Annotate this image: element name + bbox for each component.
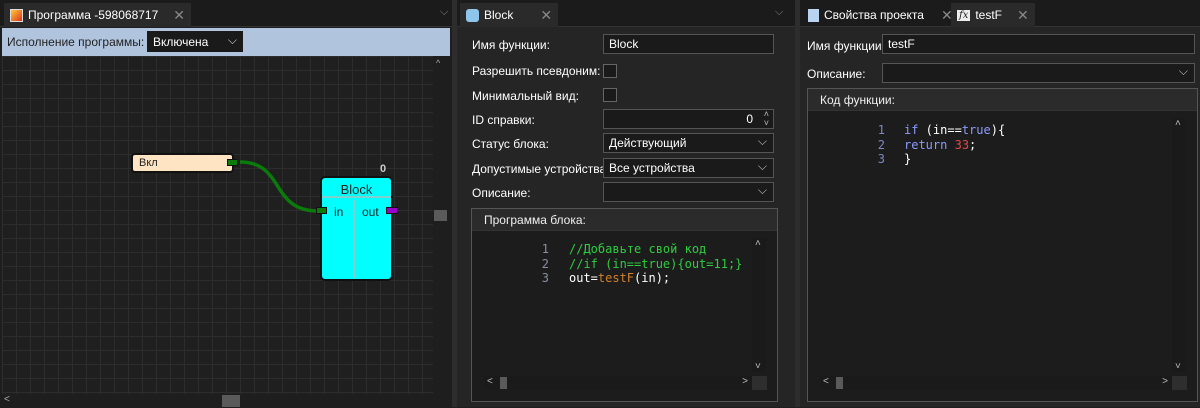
scroll-thumb[interactable] xyxy=(222,395,240,407)
function-icon: fx xyxy=(957,9,971,21)
program-group: Программа блока: xyxy=(471,208,778,402)
code-token: return xyxy=(904,137,948,152)
tab-testf[interactable]: fx testF ✕ xyxy=(951,3,1035,27)
scroll-thumb[interactable] xyxy=(836,377,843,389)
code-token: ; xyxy=(969,137,977,152)
port-in-label: in xyxy=(334,205,344,219)
input-node-label: Вкл xyxy=(139,157,158,169)
description-select[interactable] xyxy=(603,182,774,202)
cube-icon xyxy=(466,8,479,22)
scroll-corner xyxy=(752,376,767,390)
block-divider xyxy=(353,200,355,278)
name-field[interactable]: Block xyxy=(603,34,774,54)
code-token: (in== xyxy=(918,123,962,137)
middle-tabbar: Block ✕ ⌵ xyxy=(457,0,795,27)
code-vertical-scrollbar[interactable]: ˄ ˅ xyxy=(752,238,766,372)
status-select[interactable]: Действующий xyxy=(603,133,774,153)
line-numbers: 123 xyxy=(877,123,885,166)
code-token: } xyxy=(904,152,912,166)
devices-select[interactable]: Все устройства xyxy=(603,158,774,178)
block-code-editor[interactable]: //Добавьте свой код//if (in==true){out=1… xyxy=(569,242,742,286)
port-out-label: out xyxy=(362,205,379,219)
devices-value: Все устройства xyxy=(609,161,695,175)
code-token: testF xyxy=(597,271,635,285)
status-label: Статус блока: xyxy=(472,137,549,151)
output-port-out[interactable] xyxy=(386,207,398,214)
chevron-down-icon[interactable]: ⌵ xyxy=(775,6,783,19)
status-value: Действующий xyxy=(609,136,687,150)
function-code-editor[interactable]: if (in==true){ return 33;} xyxy=(904,123,1005,167)
horizontal-scrollbar[interactable]: < xyxy=(0,394,450,408)
alias-checkbox[interactable] xyxy=(603,64,617,78)
code-horizontal-scrollbar[interactable]: < > xyxy=(484,376,752,390)
name-value: testF xyxy=(888,37,915,51)
close-icon[interactable]: ✕ xyxy=(540,7,552,24)
description-label: Описание: xyxy=(472,186,531,200)
name-label: Имя функции: xyxy=(807,39,885,53)
code-horizontal-scrollbar[interactable]: < > xyxy=(820,376,1172,390)
tab-label: Свойства проекта xyxy=(824,8,924,22)
name-value: Block xyxy=(609,37,639,51)
output-port[interactable] xyxy=(227,159,238,166)
scroll-thumb[interactable] xyxy=(500,377,507,389)
code-token: (in); xyxy=(634,271,671,285)
help-id-spinner[interactable]: 0 ˄ ˅ xyxy=(603,109,774,129)
function-name-field[interactable]: testF xyxy=(882,34,1195,54)
function-description-select[interactable] xyxy=(882,63,1195,83)
spinner-arrows-icon[interactable]: ˄ ˅ xyxy=(764,110,769,128)
close-icon[interactable]: ✕ xyxy=(1017,7,1029,24)
code-vertical-scrollbar[interactable]: ˄ ˅ xyxy=(1172,118,1186,372)
description-label: Описание: xyxy=(807,67,866,81)
name-label: Имя функции: xyxy=(472,38,550,52)
code-header: Код функции: xyxy=(808,89,1197,111)
right-tabbar: Свойства проекта ✕ fx testF ✕ xyxy=(800,0,1200,27)
code-token: if xyxy=(904,123,919,137)
input-port-in[interactable] xyxy=(316,207,327,214)
program-header: Программа блока: xyxy=(472,209,777,231)
code-token: ){ xyxy=(990,123,1006,137)
input-node[interactable]: Вкл xyxy=(131,153,234,173)
scroll-thumb[interactable] xyxy=(434,210,447,221)
scroll-corner xyxy=(1172,376,1187,390)
minimal-checkbox[interactable] xyxy=(603,88,617,102)
minimal-label: Минимальный вид: xyxy=(472,89,579,103)
alias-label: Разрешить псевдоним: xyxy=(472,64,601,78)
code-token: out= xyxy=(569,271,598,285)
help-id-label: ID справки: xyxy=(472,113,535,127)
help-id-value: 0 xyxy=(746,112,753,126)
line-numbers: 123 xyxy=(541,242,549,285)
block-node[interactable]: Block in out xyxy=(320,176,393,281)
code-line: //if (in==true){out=11;} xyxy=(569,256,743,271)
block-counter: 0 xyxy=(380,163,387,175)
code-line: //Добавьте свой код xyxy=(569,242,707,256)
block-title: Block xyxy=(322,178,391,198)
settings-document-icon xyxy=(808,8,819,22)
devices-label: Допустимые устройства: xyxy=(472,162,610,176)
tab-project-properties[interactable]: Свойства проекта ✕ xyxy=(802,3,959,27)
code-token: 33 xyxy=(954,137,970,152)
code-token: true xyxy=(961,123,991,137)
vertical-scrollbar[interactable]: ^ xyxy=(433,56,447,395)
tab-label: testF xyxy=(975,8,1003,22)
tab-block[interactable]: Block ✕ xyxy=(460,3,559,27)
tab-label: Block xyxy=(484,8,514,22)
wire xyxy=(239,160,319,213)
